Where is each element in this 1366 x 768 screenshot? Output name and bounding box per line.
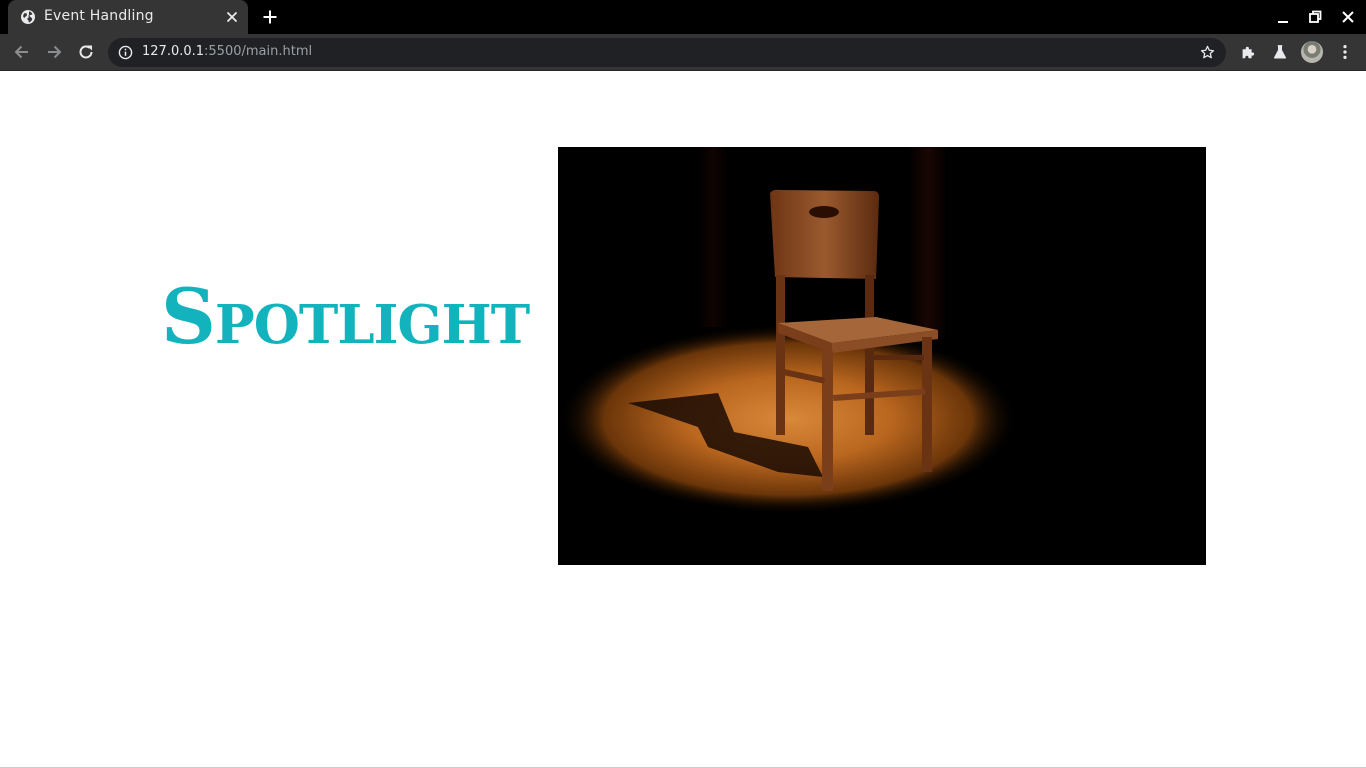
restore-icon[interactable] <box>1305 7 1325 27</box>
window-close-icon[interactable] <box>1338 7 1358 27</box>
globe-icon <box>21 10 35 24</box>
chair-photo-illustration <box>558 147 1206 565</box>
avatar[interactable] <box>1301 41 1323 63</box>
arrow-right-icon[interactable] <box>44 42 64 62</box>
info-icon[interactable] <box>118 45 133 60</box>
arrow-left-icon[interactable] <box>12 42 32 62</box>
star-icon[interactable] <box>1199 44 1216 61</box>
page-title: Spotlight <box>161 272 530 361</box>
url-port-path: :5500/main.html <box>204 44 313 59</box>
puzzle-icon[interactable] <box>1239 43 1257 61</box>
reload-icon[interactable] <box>76 42 96 62</box>
address-bar[interactable]: 127.0.0.1:5500/main.html <box>108 38 1226 67</box>
browser-tab[interactable]: Event Handling <box>8 0 248 34</box>
kebab-menu-icon[interactable] <box>1336 43 1354 61</box>
close-icon[interactable] <box>224 9 240 25</box>
browser-toolbar: 127.0.0.1:5500/main.html <box>0 34 1366 71</box>
url-host: 127.0.0.1 <box>142 44 205 59</box>
tab-title: Event Handling <box>44 8 154 24</box>
flask-icon[interactable] <box>1271 43 1289 61</box>
url-text: 127.0.0.1:5500/main.html <box>142 44 312 59</box>
page-content: Spotlight <box>0 71 1366 767</box>
minimize-icon[interactable] <box>1273 7 1293 27</box>
tab-strip: Event Handling <box>0 0 1366 34</box>
plus-icon[interactable] <box>260 7 280 27</box>
spotlight-chair-image <box>558 147 1206 565</box>
